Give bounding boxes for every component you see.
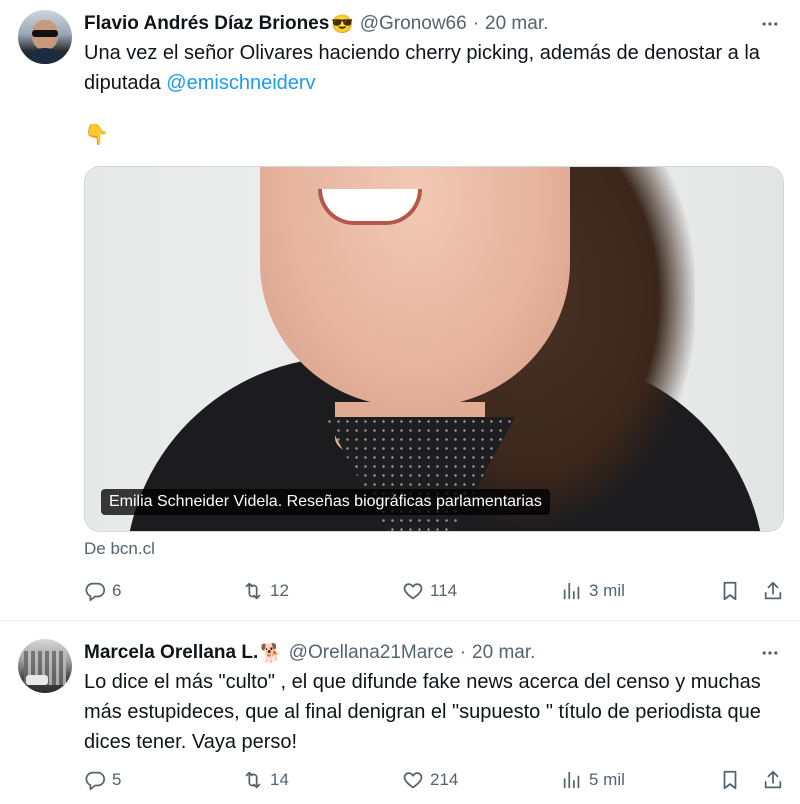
reply-button[interactable]: 6 <box>84 576 121 606</box>
action-bar: 6 12 114 3 mil <box>84 576 784 606</box>
tweet[interactable]: Flavio Andrés Díaz Briones 😎 @Gronow66 ·… <box>0 0 800 620</box>
avatar[interactable] <box>18 10 72 64</box>
like-count: 214 <box>430 770 459 789</box>
bookmark-button[interactable] <box>719 765 741 795</box>
like-button[interactable]: 214 <box>402 765 458 795</box>
author-name[interactable]: Flavio Andrés Díaz Briones <box>84 13 329 35</box>
retweet-button[interactable]: 12 <box>242 576 289 606</box>
views-count: 5 mil <box>589 770 625 789</box>
reply-icon <box>85 771 106 791</box>
share-icon <box>764 770 782 789</box>
tweet-text: Lo dice el más "culto" , el que difunde … <box>84 671 761 753</box>
like-button[interactable]: 114 <box>402 576 457 606</box>
bookmark-button[interactable] <box>719 576 741 606</box>
avatar[interactable] <box>18 639 72 693</box>
retweet-count: 14 <box>270 770 289 789</box>
views-button[interactable]: 3 mil <box>561 576 625 606</box>
mention-link[interactable]: @emischneiderv <box>166 72 315 94</box>
tweet-date[interactable]: 20 mar. <box>472 642 535 664</box>
reply-count: 5 <box>112 770 122 789</box>
more-icon[interactable] <box>758 641 782 665</box>
more-icon[interactable] <box>758 12 782 36</box>
reply-icon <box>85 582 106 602</box>
like-icon <box>403 772 423 789</box>
tweet[interactable]: Marcela Orellana L. 🐕 @Orellana21Marce ·… <box>0 620 800 804</box>
views-count: 3 mil <box>589 581 625 600</box>
reply-button[interactable]: 5 <box>84 765 121 795</box>
like-count: 114 <box>430 581 458 600</box>
author-handle[interactable]: @Orellana21Marce <box>289 642 454 664</box>
separator: · <box>459 642 467 663</box>
views-icon <box>563 582 580 600</box>
author-emoji: 😎 <box>331 13 354 34</box>
card-source[interactable]: De bcn.cl <box>84 539 155 559</box>
tweet-date[interactable]: 20 mar. <box>485 13 548 35</box>
author-handle[interactable]: @Gronow66 <box>360 13 467 35</box>
pointing-down-emoji: 👇 <box>84 124 109 146</box>
author-name[interactable]: Marcela Orellana L. <box>84 642 258 664</box>
author-emoji: 🐕 <box>260 642 283 663</box>
tweet-text: Una vez el señor Olivares haciendo cherr… <box>84 38 784 98</box>
views-button[interactable]: 5 mil <box>561 765 625 795</box>
views-icon <box>563 771 580 789</box>
tweet-header: Flavio Andrés Díaz Briones 😎 @Gronow66 ·… <box>84 12 548 36</box>
bookmark-icon <box>723 770 737 790</box>
retweet-button[interactable]: 14 <box>242 765 289 795</box>
link-card[interactable]: Emilia Schneider Videla. Reseñas biográf… <box>84 166 784 532</box>
action-bar: 5 14 214 5 mil <box>84 765 784 795</box>
bookmark-icon <box>723 581 737 601</box>
retweet-icon <box>245 582 261 600</box>
reply-count: 6 <box>112 581 122 600</box>
separator: · <box>472 13 480 34</box>
retweet-icon <box>245 771 261 789</box>
like-icon <box>403 583 423 600</box>
tweet-header: Marcela Orellana L. 🐕 @Orellana21Marce ·… <box>84 641 535 665</box>
share-button[interactable] <box>762 576 784 606</box>
card-caption: Emilia Schneider Videla. Reseñas biográf… <box>101 489 550 515</box>
share-button[interactable] <box>762 765 784 795</box>
share-icon <box>764 581 782 600</box>
retweet-count: 12 <box>270 581 289 600</box>
